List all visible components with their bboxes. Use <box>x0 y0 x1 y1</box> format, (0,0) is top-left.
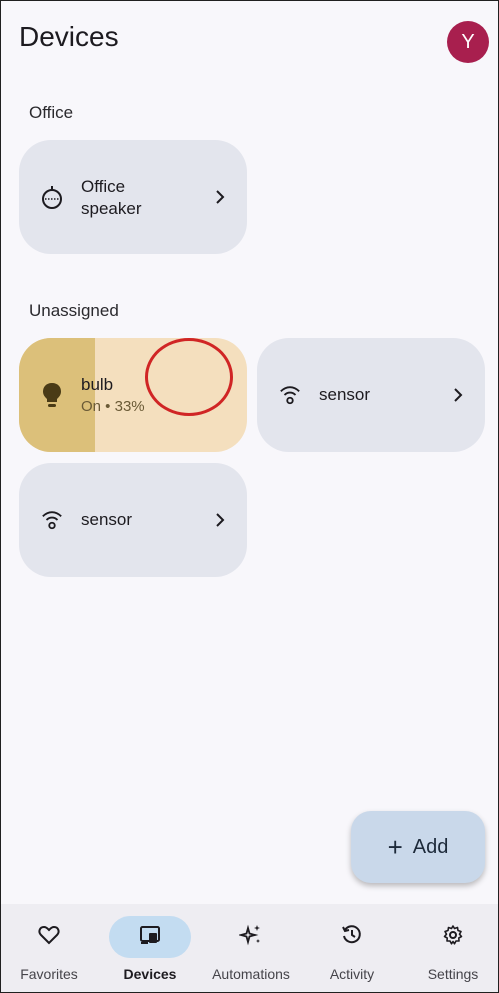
device-card-office-speaker[interactable]: Office speaker <box>19 140 247 254</box>
nav-label: Automations <box>212 966 290 982</box>
nav-item-settings[interactable]: Settings <box>403 904 498 992</box>
chevron-right-icon <box>451 388 465 402</box>
section-label-office: Office <box>29 103 74 122</box>
chevron-right-icon <box>213 190 227 204</box>
device-card-sensor-1[interactable]: sensor <box>257 338 485 452</box>
devices-icon <box>138 925 162 950</box>
account-avatar[interactable]: Y <box>447 21 489 63</box>
page-title: Devices <box>19 21 119 52</box>
heart-icon <box>38 925 60 950</box>
add-button-label: Add <box>412 835 449 858</box>
device-card-sensor-2[interactable]: sensor <box>19 463 247 577</box>
device-name: sensor <box>81 510 133 529</box>
device-status: On • 33% <box>81 398 145 415</box>
history-icon <box>341 924 363 951</box>
chevron-right-icon <box>213 513 227 527</box>
wifi-sensor-icon <box>279 384 301 406</box>
nav-label: Favorites <box>20 966 78 982</box>
nav-item-favorites[interactable]: Favorites <box>1 904 99 992</box>
sparkle-icon <box>237 923 263 952</box>
device-name: sensor <box>319 385 371 404</box>
wifi-sensor-icon <box>41 509 63 531</box>
nav-label: Devices <box>123 966 177 982</box>
gear-icon <box>442 924 464 951</box>
speaker-icon <box>41 186 63 209</box>
nav-item-automations[interactable]: Automations <box>201 904 301 992</box>
nav-item-devices[interactable]: Devices <box>100 904 200 992</box>
section-label-unassigned: Unassigned <box>29 301 119 320</box>
touch-indicator <box>145 338 233 416</box>
nav-label: Settings <box>427 966 479 982</box>
device-name-line2: speaker <box>81 199 142 218</box>
bottom-navigation: Favorites Devices Automations Activity S… <box>1 904 498 992</box>
app-header: Devices Y <box>19 21 489 63</box>
lightbulb-icon <box>41 383 63 407</box>
device-name: Office <box>81 177 126 196</box>
nav-label: Activity <box>329 966 375 982</box>
devices-screen: Devices Y Office Office speaker Unassign… <box>0 0 499 993</box>
add-device-button[interactable]: + Add <box>351 811 485 883</box>
plus-icon: + <box>387 832 403 862</box>
nav-item-activity[interactable]: Activity <box>302 904 402 992</box>
device-name: bulb <box>81 375 114 394</box>
